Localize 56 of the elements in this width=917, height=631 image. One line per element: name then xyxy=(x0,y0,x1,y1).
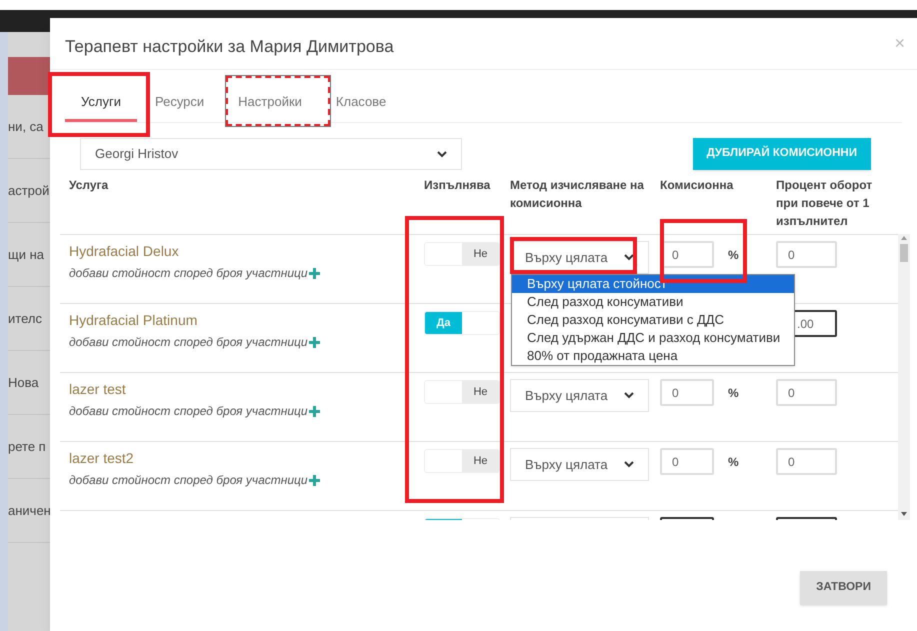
chevron-down-icon xyxy=(624,461,634,468)
commission-field[interactable]: 0 xyxy=(660,448,714,475)
method-select-value: Върху цялата xyxy=(525,248,608,267)
turnover-field[interactable]: 0 xyxy=(776,379,837,406)
chevron-down-icon xyxy=(624,392,634,399)
dropdown-option[interactable]: Върху цялата стойност xyxy=(512,275,794,293)
add-value-link[interactable]: добави стойност според броя участници xyxy=(69,471,308,489)
dropdown-option[interactable]: След разход консумативи xyxy=(512,293,794,311)
toggle-switch[interactable]: Не xyxy=(424,449,500,473)
plus-icon[interactable] xyxy=(308,268,320,278)
method-select-value: Върху цялата xyxy=(525,386,608,405)
method-select[interactable]: Върху цялата xyxy=(510,379,649,412)
menu-item[interactable]: аничен xyxy=(8,500,51,520)
plus-icon[interactable] xyxy=(308,336,320,348)
chevron-down-icon xyxy=(624,254,634,261)
menu-item[interactable]: ителс xyxy=(8,308,42,328)
add-value-link[interactable]: добави стойност според броя участници xyxy=(69,264,308,282)
chevron-down-icon xyxy=(437,150,447,158)
menu-item[interactable]: рете п xyxy=(8,436,46,456)
column-header: Комисионна xyxy=(660,177,734,194)
add-value-link[interactable]: добави стойност според броя участници xyxy=(69,333,308,351)
service-name[interactable]: Hydrafacial Delux xyxy=(69,241,424,262)
tab[interactable]: Ресурси xyxy=(138,69,220,122)
dropdown-option[interactable]: 80% от продажната цена xyxy=(512,347,794,365)
turnover-field[interactable]: 0 xyxy=(776,448,837,475)
column-header: Процент оборот при повече от 1 изпълнител xyxy=(776,177,874,230)
plus-icon[interactable] xyxy=(308,474,320,486)
staff-select[interactable]: Georgi Hristov xyxy=(80,138,462,170)
column-header: Метод изчисляване на комисионна xyxy=(510,177,645,212)
service-name[interactable]: lazer test2 xyxy=(69,448,424,469)
service-name[interactable]: Hydrafacial Platinum xyxy=(69,310,424,331)
percent-label: % xyxy=(728,247,739,264)
commission-field[interactable]: 0 xyxy=(660,379,714,406)
menu-item[interactable]: щи на xyxy=(8,244,44,264)
close-button[interactable]: ЗАТВОРИ xyxy=(800,571,887,605)
add-value-link[interactable]: добави стойност според броя участници xyxy=(69,402,308,420)
percent-label: % xyxy=(728,454,739,471)
service-name[interactable]: lazer test xyxy=(69,379,424,400)
column-header: Изпълнява xyxy=(424,177,492,194)
dialog-title: Терапевт настройки за Мария Димитрова xyxy=(65,36,394,58)
method-select[interactable]: Върху цялата xyxy=(510,448,649,481)
staff-select-value: Georgi Hristov xyxy=(95,145,178,164)
toggle-switch[interactable]: Не xyxy=(424,380,500,404)
menu-item[interactable]: астрой xyxy=(8,180,50,200)
tab[interactable]: Услуги xyxy=(65,69,137,122)
column-header: Услуга xyxy=(69,177,110,194)
tab[interactable]: Класове xyxy=(320,69,402,122)
scrollbar[interactable] xyxy=(898,234,910,520)
method-select-value: Върху цялата xyxy=(525,456,608,474)
toggle-switch[interactable]: Не xyxy=(424,242,500,266)
percent-label: % xyxy=(728,385,739,402)
menu-item[interactable]: Нова xyxy=(8,372,39,392)
plus-icon[interactable] xyxy=(308,406,320,416)
tab[interactable]: Настройки xyxy=(222,69,318,122)
turnover-field[interactable]: 0 xyxy=(776,241,837,268)
menu-item[interactable]: ни, са xyxy=(8,116,44,136)
